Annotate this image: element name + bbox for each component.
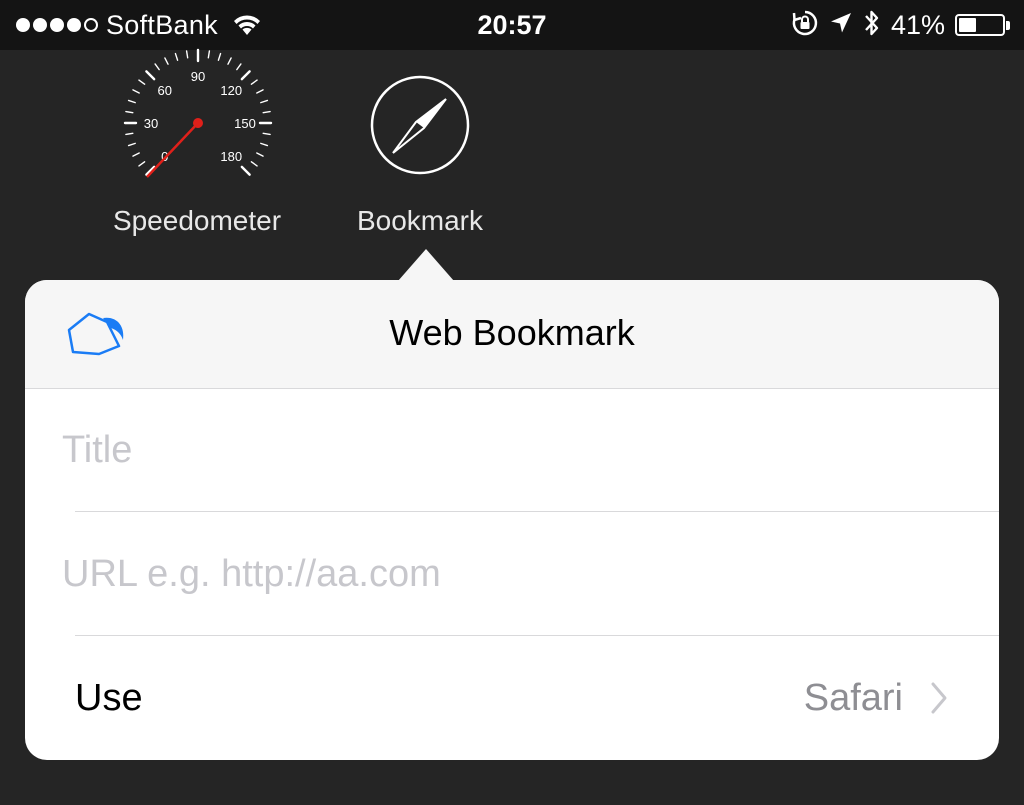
- dial-tick: [145, 70, 156, 81]
- popover-header: Web Bookmark: [25, 280, 999, 389]
- dial-tick: [250, 79, 258, 85]
- dial-tick: [127, 142, 136, 147]
- dial-label: 90: [191, 69, 205, 84]
- popover-title: Web Bookmark: [389, 312, 635, 353]
- dial-tick: [174, 52, 179, 61]
- use-value: Safari: [803, 677, 903, 719]
- dial-label: 180: [220, 149, 242, 164]
- dial-tick: [262, 110, 271, 114]
- dial-tick: [207, 50, 211, 59]
- dial-label: 150: [234, 116, 256, 131]
- dial-tick: [132, 89, 140, 94]
- dial-tick: [240, 165, 251, 176]
- dial-tick: [262, 132, 271, 136]
- dial-tick: [125, 110, 134, 114]
- dial-tick: [164, 57, 169, 65]
- dial-label: 60: [158, 83, 172, 98]
- dial-tick: [185, 50, 189, 59]
- location-arrow-icon: [829, 11, 853, 40]
- battery-percentage: 41%: [890, 9, 945, 40]
- url-input[interactable]: [62, 513, 962, 636]
- url-field-row: [25, 513, 999, 636]
- app-bookmark[interactable]: Bookmark: [320, 45, 520, 236]
- dial-tick: [227, 57, 232, 65]
- dial-label: 120: [220, 83, 242, 98]
- dial-tick: [260, 99, 269, 104]
- dial-tick: [132, 152, 140, 157]
- dial-tick: [256, 89, 264, 94]
- bluetooth-icon: [863, 8, 881, 43]
- battery-icon: [955, 14, 1010, 36]
- web-bookmark-popover: Web Bookmark Use Safari: [25, 280, 999, 760]
- dial-tick: [127, 99, 136, 104]
- title-field-row: [25, 389, 999, 512]
- use-browser-row[interactable]: Use Safari: [25, 637, 999, 760]
- compass-icon: [370, 75, 470, 175]
- popover-arrow: [398, 249, 454, 281]
- speedometer-icon: 0306090120150180: [123, 48, 273, 178]
- dial-tick: [236, 63, 242, 71]
- dial-tick: [250, 161, 258, 167]
- battery-fill: [959, 18, 977, 32]
- dial-label: 30: [144, 116, 158, 131]
- app-label-bookmark: Bookmark: [356, 205, 484, 236]
- dial-tick: [125, 132, 134, 136]
- title-input[interactable]: [62, 389, 962, 512]
- dial-tick: [217, 52, 222, 61]
- dial-tick: [256, 152, 264, 157]
- dial-tick: [138, 79, 146, 85]
- status-bar: SoftBank 20:57 41%: [0, 0, 1024, 50]
- use-label: Use: [75, 677, 143, 719]
- status-bar-right: 41%: [791, 8, 1010, 42]
- dial-tick: [154, 63, 160, 71]
- app-label-speedometer: Speedometer: [112, 205, 282, 236]
- dial-tick: [138, 161, 146, 167]
- row-divider: [75, 511, 999, 512]
- chevron-right-icon: [929, 681, 949, 720]
- row-divider: [75, 635, 999, 636]
- dial-tick: [260, 142, 269, 147]
- dial-tick: [240, 70, 251, 81]
- app-speedometer[interactable]: 0306090120150180 Speedometer: [97, 45, 297, 236]
- rotation-lock-icon: [791, 9, 819, 42]
